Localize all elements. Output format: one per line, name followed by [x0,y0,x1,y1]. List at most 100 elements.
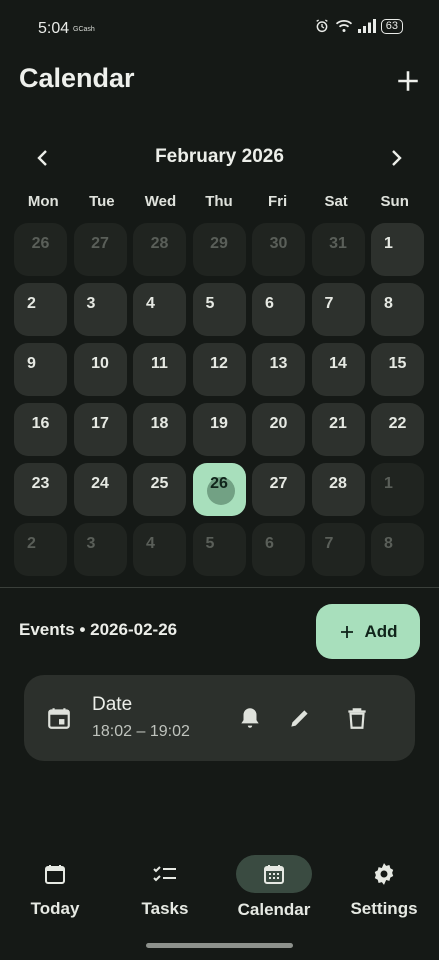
calendar-day[interactable]: 2 [14,283,67,336]
calendar-day-number: 8 [384,295,393,312]
calendar-day-number: 29 [210,235,228,252]
calendar-day-number: 27 [269,475,288,492]
calendar-day[interactable]: 25 [133,463,186,516]
calendar-day[interactable]: 5 [192,283,246,336]
calendar-day[interactable]: 7 [311,283,365,336]
signal-icon [357,19,376,33]
calendar-day-number: 1 [384,475,393,492]
calendar-day[interactable]: 6 [252,523,305,576]
calendar-day[interactable]: 9 [14,343,67,396]
event-card[interactable]: Date 18:02 – 19:02 [24,675,415,761]
status-time: 5:04 [38,20,70,37]
calendar-day[interactable]: 12 [192,343,246,396]
calendar-day-number: 26 [210,475,228,492]
calendar-day[interactable]: 14 [311,343,365,396]
edit-icon[interactable] [287,705,313,731]
calendar-day[interactable]: 19 [192,403,246,456]
calendar-day[interactable]: 5 [192,523,246,576]
calendar-day[interactable]: 11 [133,343,186,396]
events-heading: Events • 2026-02-26 [19,620,178,639]
calendar-day[interactable]: 2 [14,523,67,576]
calendar-day-number: 13 [269,355,288,372]
plus-icon [341,625,354,638]
calendar-day-number: 21 [329,415,347,432]
event-time: 18:02 – 19:02 [92,723,190,740]
calendar-day[interactable]: 1 [371,463,424,516]
weekday-header: Mon Tue Wed Thu Fri Sat Sun [14,193,424,210]
calendar-day[interactable]: 31 [311,223,365,276]
weekday-label: Thu [205,193,233,210]
calendar-day[interactable]: 30 [252,223,305,276]
trash-icon[interactable] [344,705,370,731]
calendar-day[interactable]: 28 [133,223,186,276]
calendar-day[interactable]: 27 [252,463,305,516]
battery-indicator: 63 [380,18,403,34]
calendar-day-number: 6 [265,295,274,312]
calendar-day-number: 22 [388,415,407,432]
calendar-day-selected[interactable]: 26 [192,463,246,516]
weekday-label: Wed [144,193,177,210]
calendar-day[interactable]: 8 [371,283,424,336]
calendar-day-number: 28 [150,235,169,252]
calendar-day[interactable]: 26 [14,223,67,276]
calendar-day[interactable]: 3 [73,523,127,576]
weekday-label: Tue [89,193,115,210]
chevron-right-icon[interactable] [384,146,408,170]
nav-today-label: Today [30,899,80,918]
wifi-icon [335,19,352,32]
calendar-day-number: 26 [31,235,50,252]
nav-tasks[interactable]: Tasks [110,850,220,919]
calendar-day[interactable]: 1 [371,223,424,276]
calendar-day-number: 12 [210,355,228,372]
calendar-day[interactable]: 23 [14,463,67,516]
calendar-day-number: 2 [27,295,36,312]
month-label: February 2026 [155,146,284,167]
calendar-day[interactable]: 4 [133,283,186,336]
calendar-day[interactable]: 16 [14,403,67,456]
nav-calendar-label: Calendar [237,900,311,919]
calendar-day-number: 3 [86,295,96,312]
weekday-label: Sat [324,193,348,210]
calendar-day-number: 20 [269,415,288,432]
calendar-day-number: 4 [146,295,155,312]
calendar-day-number: 30 [269,235,288,252]
calendar-day[interactable]: 13 [252,343,305,396]
calendar-day[interactable]: 3 [73,283,127,336]
calendar-grid: 26 27 28 29 30 31 1 2 3 4 5 6 7 8 9 10 11 12 13 14 15 16 17 18 1… [14,223,424,576]
calendar-day-number: 24 [91,475,109,492]
calendar-day[interactable]: 7 [311,523,365,576]
calendar-day[interactable]: 28 [311,463,365,516]
calendar-day[interactable]: 24 [73,463,127,516]
calendar-day[interactable]: 21 [311,403,365,456]
nav-calendar[interactable]: Calendar [219,850,329,920]
add-event-icon[interactable] [395,68,421,94]
nav-settings[interactable]: Settings [329,850,439,919]
calendar-day-number: 31 [329,235,347,252]
add-event-button[interactable]: Add [316,604,420,659]
calendar-day[interactable]: 18 [133,403,186,456]
calendar-day[interactable]: 20 [252,403,305,456]
home-indicator[interactable] [146,943,293,948]
calendar-day[interactable]: 6 [252,283,305,336]
nav-today[interactable]: Today [0,850,110,919]
calendar-day[interactable]: 17 [73,403,127,456]
gear-icon [374,863,394,885]
calendar-day[interactable]: 29 [192,223,246,276]
calendar-day[interactable]: 15 [371,343,424,396]
calendar-day[interactable]: 22 [371,403,424,456]
calendar-day-number: 15 [388,355,407,372]
calendar-day-number: 17 [91,415,109,432]
calendar-day[interactable]: 4 [133,523,186,576]
calendar-day[interactable]: 10 [73,343,127,396]
calendar-day-number: 23 [31,475,50,492]
bell-icon[interactable] [237,705,263,731]
calendar-day-number: 28 [329,475,347,492]
event-title: Date [92,694,133,715]
event-calendar-icon [48,708,70,729]
calendar-day-number: 14 [329,355,347,372]
calendar-day-number: 19 [210,415,228,432]
calendar-day-number: 2 [27,535,36,552]
calendar-day-number: 11 [151,355,168,372]
calendar-day[interactable]: 27 [73,223,127,276]
calendar-day[interactable]: 8 [371,523,424,576]
